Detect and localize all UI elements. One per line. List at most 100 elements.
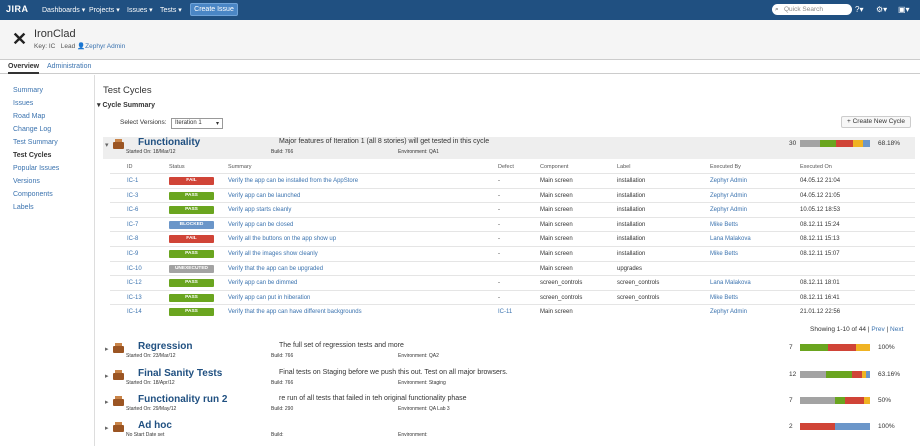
cycle-count: 2 — [789, 423, 793, 430]
cycle-name[interactable]: Functionality — [138, 137, 200, 148]
status-badge[interactable]: BLOCKED — [169, 220, 214, 229]
sidebar-item-popular-issues[interactable]: Popular Issues — [13, 165, 59, 172]
prev-link[interactable]: Prev — [871, 326, 884, 333]
test-summary-link[interactable]: Verify that the app can be upgraded — [228, 266, 323, 272]
component: Main screen — [540, 178, 573, 184]
cycle-summary-heading[interactable]: ▾ Cycle Summary — [97, 101, 155, 109]
cycle-name[interactable]: Final Sanity Tests — [138, 368, 222, 379]
quick-search-input[interactable]: ⌕ Quick Search — [772, 4, 852, 15]
project-header: ✕ IronClad Key: IC Lead 👤Zephyr Admin — [0, 20, 920, 60]
nav-tests[interactable]: Tests ▾ — [160, 6, 182, 14]
executed-by-link[interactable]: Mike Betts — [710, 251, 738, 257]
status-badge[interactable]: UNEXECUTED — [169, 264, 214, 273]
status-badge[interactable]: PASS — [169, 250, 214, 258]
nav-dashboards[interactable]: Dashboards ▾ — [42, 6, 85, 14]
cycle-box-icon — [113, 370, 124, 380]
test-summary-link[interactable]: Verify app starts cleanly — [228, 207, 291, 213]
test-id-link[interactable]: IC-9 — [127, 251, 138, 257]
settings-icon[interactable]: ⚙▾ — [876, 5, 887, 14]
status-badge[interactable]: PASS — [169, 191, 214, 200]
chevron-right-icon[interactable]: ▸ — [105, 398, 109, 406]
tab-administration[interactable]: Administration — [47, 63, 91, 70]
create-issue-button[interactable]: Create Issue — [190, 3, 238, 16]
test-id-link[interactable]: IC-10 — [127, 266, 142, 272]
test-id-link[interactable]: IC-6 — [127, 207, 138, 213]
executed-by-link[interactable]: Lana Malakova — [710, 280, 751, 286]
test-id-link[interactable]: IC-12 — [127, 280, 142, 286]
sidebar-item-labels[interactable]: Labels — [13, 204, 34, 211]
chevron-down-icon[interactable]: ▾ — [105, 141, 109, 149]
test-summary-link[interactable]: Verify the app can be installed from the… — [228, 178, 358, 184]
sidebar-item-versions[interactable]: Versions — [13, 178, 40, 185]
jira-logo[interactable]: JIRA — [6, 4, 29, 14]
status-badge[interactable]: PASS — [169, 206, 214, 215]
defect[interactable]: IC-11 — [498, 309, 512, 315]
executed-on: 21.01.12 22:56 — [800, 309, 841, 316]
sidebar-item-issues[interactable]: Issues — [13, 100, 33, 107]
test-id-link[interactable]: IC-13 — [127, 295, 142, 301]
sidebar-item-change-log[interactable]: Change Log — [13, 126, 51, 133]
next-link[interactable]: Next — [890, 326, 903, 333]
version-select-value: Iteration 1 — [175, 120, 202, 126]
cycle-row[interactable]: ▾ Functionality Started On: 18/Mar/12 Ma… — [103, 137, 915, 159]
status-badge[interactable]: FAIL — [169, 177, 214, 185]
test-id-link[interactable]: IC-8 — [127, 236, 138, 242]
executed-by-link[interactable]: Mike Betts — [710, 222, 738, 228]
cycle-name[interactable]: Functionality run 2 — [138, 394, 227, 405]
executed-by-link[interactable]: Zephyr Admin — [710, 207, 747, 213]
status-badge[interactable]: FAIL — [169, 235, 214, 244]
test-id-link[interactable]: IC-14 — [127, 309, 142, 315]
cycle-environment: Environment: QA1 — [398, 149, 439, 155]
sidebar-item-summary[interactable]: Summary — [13, 87, 43, 94]
cycle-environment: Environment: QA Lab 3 — [398, 406, 450, 412]
status-badge[interactable]: PASS — [169, 279, 214, 288]
chevron-right-icon[interactable]: ▸ — [105, 372, 109, 380]
sidebar-item-test-summary[interactable]: Test Summary — [13, 139, 58, 146]
chevron-right-icon[interactable]: ▸ — [105, 424, 109, 432]
tab-overview[interactable]: Overview — [8, 63, 40, 74]
executed-by-link[interactable]: Zephyr Admin — [710, 193, 747, 199]
table-row: IC-10 UNEXECUTED Verify that the app can… — [110, 260, 915, 276]
progress-segment — [800, 371, 826, 378]
sidebar-item-test-cycles[interactable]: Test Cycles — [13, 152, 51, 159]
test-id-link[interactable]: IC-3 — [127, 193, 138, 199]
label: installation — [617, 251, 646, 257]
test-summary-link[interactable]: Verify app can be dimmed — [228, 280, 297, 286]
test-summary-link[interactable]: Verify app can put in hiberation — [228, 295, 310, 301]
cycle-row[interactable]: ▸ Final Sanity Tests Started On: 18/Apr/… — [103, 368, 915, 388]
nav-projects[interactable]: Projects ▾ — [89, 6, 120, 14]
help-icon[interactable]: ?▾ — [855, 5, 863, 14]
cycle-started: Started On: 18/Mar/12 — [126, 149, 176, 155]
sidebar-item-road-map[interactable]: Road Map — [13, 113, 45, 120]
lead-label: Lead — [60, 43, 76, 50]
executed-by-link[interactable]: Zephyr Admin — [710, 309, 747, 315]
component: screen_controls — [540, 280, 583, 287]
cycle-row[interactable]: ▸ Ad hoc No Start Date set Build: Enviro… — [103, 420, 915, 440]
user-avatar-icon[interactable]: ▣▾ — [898, 5, 910, 14]
test-id-link[interactable]: IC-1 — [127, 178, 138, 184]
chevron-right-icon[interactable]: ▸ — [105, 345, 109, 353]
nav-issues[interactable]: Issues ▾ — [127, 6, 153, 14]
create-new-cycle-button[interactable]: + Create New Cycle — [841, 116, 911, 128]
test-id-link[interactable]: IC-7 — [127, 222, 138, 228]
project-lead-link[interactable]: Zephyr Admin — [85, 43, 125, 50]
executed-by-link[interactable]: Mike Betts — [710, 295, 738, 301]
sidebar-item-components[interactable]: Components — [13, 191, 53, 198]
cycle-row[interactable]: ▸ Regression Started On: 23/Mar/12 The f… — [103, 341, 915, 361]
executed-by-link[interactable]: Lana Malakova — [710, 236, 751, 242]
cycle-row[interactable]: ▸ Functionality run 2 Started On: 29/May… — [103, 394, 915, 414]
test-summary-link[interactable]: Verify all the images show cleanly — [228, 251, 318, 257]
test-summary-link[interactable]: Verify all the buttons on the app show u… — [228, 236, 336, 242]
executed-on: 08.12.11 15:24 — [800, 221, 840, 228]
test-summary-link[interactable]: Verify app can be launched — [228, 193, 300, 199]
cycle-name[interactable]: Ad hoc — [138, 420, 172, 431]
test-summary-link[interactable]: Verify that the app can have different b… — [228, 309, 362, 315]
executed-by-link[interactable]: Zephyr Admin — [710, 178, 747, 184]
status-badge[interactable]: PASS — [169, 293, 214, 302]
test-summary-link[interactable]: Verify app can be closed — [228, 222, 293, 228]
cycle-name[interactable]: Regression — [138, 341, 192, 352]
version-select[interactable]: Iteration 1 ▾ — [171, 118, 223, 129]
status-badge[interactable]: PASS — [169, 308, 214, 317]
defect: - — [498, 178, 500, 184]
label: installation — [617, 192, 646, 199]
